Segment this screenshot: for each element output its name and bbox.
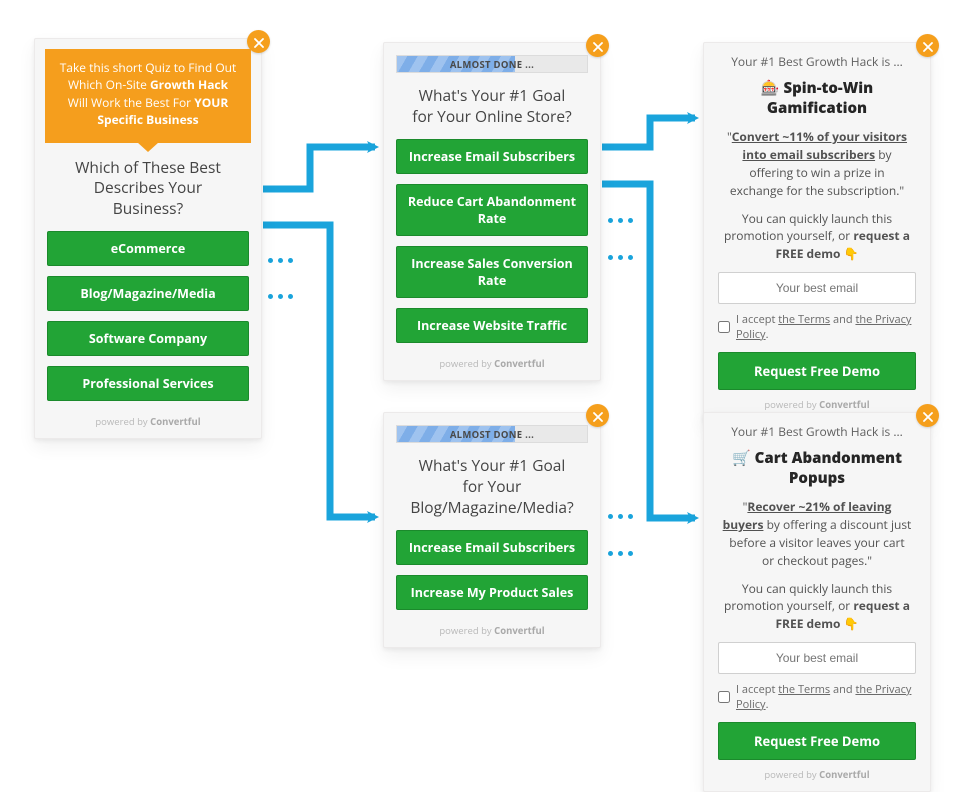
terms-link[interactable]: the Terms: [778, 682, 830, 697]
result-body: "Convert ~11% of your visitors into emai…: [704, 126, 930, 210]
option-increase-conversion[interactable]: Increase Sales Conversion Rate: [396, 246, 588, 298]
option-increase-email[interactable]: Increase Email Subscribers: [396, 139, 588, 174]
quiz-banner: Take this short Quiz to Find Out Which O…: [45, 49, 251, 143]
close-icon[interactable]: [586, 34, 609, 57]
cart-icon: 🛒: [732, 448, 751, 468]
quiz-question: What's Your #1 Goal for Your Online Stor…: [384, 79, 600, 139]
powered-by: powered by Convertful: [384, 353, 600, 380]
result-body: "Recover ~21% of leaving buyers by offer…: [704, 496, 930, 580]
powered-by: powered by Convertful: [704, 764, 930, 791]
close-icon[interactable]: [916, 404, 939, 427]
powered-by: powered by Convertful: [35, 411, 261, 438]
accept-terms-checkbox[interactable]: [718, 691, 730, 703]
accept-terms-row[interactable]: I accept the Terms and the Privacy Polic…: [704, 312, 930, 352]
result-launch-line: You can quickly launch this promotion yo…: [704, 580, 930, 642]
option-ecommerce[interactable]: eCommerce: [47, 231, 249, 266]
option-reduce-cart-abandonment[interactable]: Reduce Cart Abandonment Rate: [396, 184, 588, 236]
ellipsis-dots: [268, 258, 293, 263]
result-title: 🛒Cart Abandonment Popups: [704, 446, 930, 496]
result-title: 🎰Spin-to-Win Gamification: [704, 76, 930, 126]
result-pretitle: Your #1 Best Growth Hack is ...: [704, 413, 930, 446]
accept-terms-checkbox[interactable]: [718, 321, 730, 333]
ellipsis-dots: [608, 218, 633, 223]
ellipsis-dots: [268, 294, 293, 299]
result-launch-line: You can quickly launch this promotion yo…: [704, 210, 930, 272]
result-card-cart-abandonment: Your #1 Best Growth Hack is ... 🛒Cart Ab…: [703, 412, 931, 792]
result-pretitle: Your #1 Best Growth Hack is ...: [704, 43, 930, 76]
close-icon[interactable]: [916, 34, 939, 57]
accept-terms-row[interactable]: I accept the Terms and the Privacy Polic…: [704, 682, 930, 722]
close-icon[interactable]: [586, 404, 609, 427]
terms-link[interactable]: the Terms: [778, 312, 830, 327]
quiz-question: Which of These Best Describes Your Busin…: [35, 151, 261, 232]
quiz-card-business-type: Take this short Quiz to Find Out Which O…: [34, 38, 262, 439]
option-increase-product-sales[interactable]: Increase My Product Sales: [396, 575, 588, 610]
diagram-stage: Take this short Quiz to Find Out Which O…: [0, 0, 965, 741]
request-demo-button[interactable]: Request Free Demo: [718, 352, 916, 390]
ellipsis-dots: [608, 514, 633, 519]
progress-bar: ALMOST DONE ...: [384, 43, 600, 79]
progress-bar: ALMOST DONE ...: [384, 413, 600, 449]
option-increase-traffic[interactable]: Increase Website Traffic: [396, 308, 588, 343]
email-field[interactable]: [718, 272, 916, 304]
result-card-spin-to-win: Your #1 Best Growth Hack is ... 🎰Spin-to…: [703, 42, 931, 422]
ellipsis-dots: [608, 551, 633, 556]
progress-label: ALMOST DONE ...: [397, 56, 587, 72]
ellipsis-dots: [608, 255, 633, 260]
option-blog-media[interactable]: Blog/Magazine/Media: [47, 276, 249, 311]
quiz-card-blog-goal: ALMOST DONE ... What's Your #1 Goal for …: [383, 412, 601, 648]
progress-label: ALMOST DONE ...: [397, 426, 587, 442]
option-increase-email[interactable]: Increase Email Subscribers: [396, 530, 588, 565]
powered-by: powered by Convertful: [384, 620, 600, 647]
option-professional-services[interactable]: Professional Services: [47, 366, 249, 401]
slot-machine-icon: 🎰: [761, 78, 780, 98]
request-demo-button[interactable]: Request Free Demo: [718, 722, 916, 760]
option-software[interactable]: Software Company: [47, 321, 249, 356]
email-field[interactable]: [718, 642, 916, 674]
quiz-question: What's Your #1 Goal for Your Blog/Magazi…: [384, 449, 600, 530]
quiz-card-store-goal: ALMOST DONE ... What's Your #1 Goal for …: [383, 42, 601, 381]
